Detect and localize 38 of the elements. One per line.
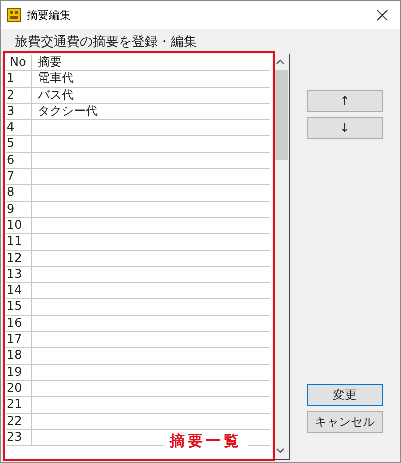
row-number: 8 (6, 185, 32, 201)
table-cell[interactable]: 電車代 (32, 71, 270, 87)
row-number: 10 (6, 218, 32, 234)
row-number: 5 (6, 136, 32, 152)
row-number: 9 (6, 202, 32, 217)
change-button[interactable]: 変更 (307, 384, 383, 406)
row-number: 4 (6, 120, 32, 136)
row-number: 13 (6, 266, 32, 282)
row-number: 2 (6, 88, 32, 103)
row-number: 3 (6, 104, 32, 120)
row-number: 16 (6, 316, 32, 332)
row-number: 14 (6, 283, 32, 298)
row-number: 6 (6, 152, 32, 168)
scroll-down-icon[interactable] (276, 448, 285, 454)
heading-text: 旅費交通費の摘要を登録・編集 (15, 35, 197, 50)
row-number: 19 (6, 364, 32, 380)
cancel-button[interactable]: キャンセル (307, 411, 383, 433)
row-number: 21 (6, 397, 32, 413)
table-cell[interactable]: バス代 (32, 88, 270, 103)
table-cell[interactable]: タクシー代 (32, 104, 270, 120)
window-title: 摘要編集 (27, 8, 72, 22)
scroll-up-icon[interactable] (276, 59, 285, 65)
row-number: 22 (6, 414, 32, 429)
column-header: No (6, 55, 32, 70)
row-number: 20 (6, 380, 32, 396)
app-icon (7, 8, 21, 22)
row-number: 23 (6, 430, 32, 446)
row-number: 12 (6, 250, 32, 266)
row-number: 1 (6, 71, 32, 87)
column-header: 摘要 (37, 55, 63, 70)
annotation-label: 摘要一覧 (164, 432, 248, 451)
row-number: 18 (6, 348, 32, 364)
row-number: 11 (6, 234, 32, 250)
row-number: 7 (6, 169, 32, 184)
move-up-button[interactable]: ↑ (307, 90, 383, 112)
row-number: 15 (6, 299, 32, 315)
move-down-button[interactable]: ↓ (307, 117, 383, 139)
row-number: 17 (6, 332, 32, 348)
